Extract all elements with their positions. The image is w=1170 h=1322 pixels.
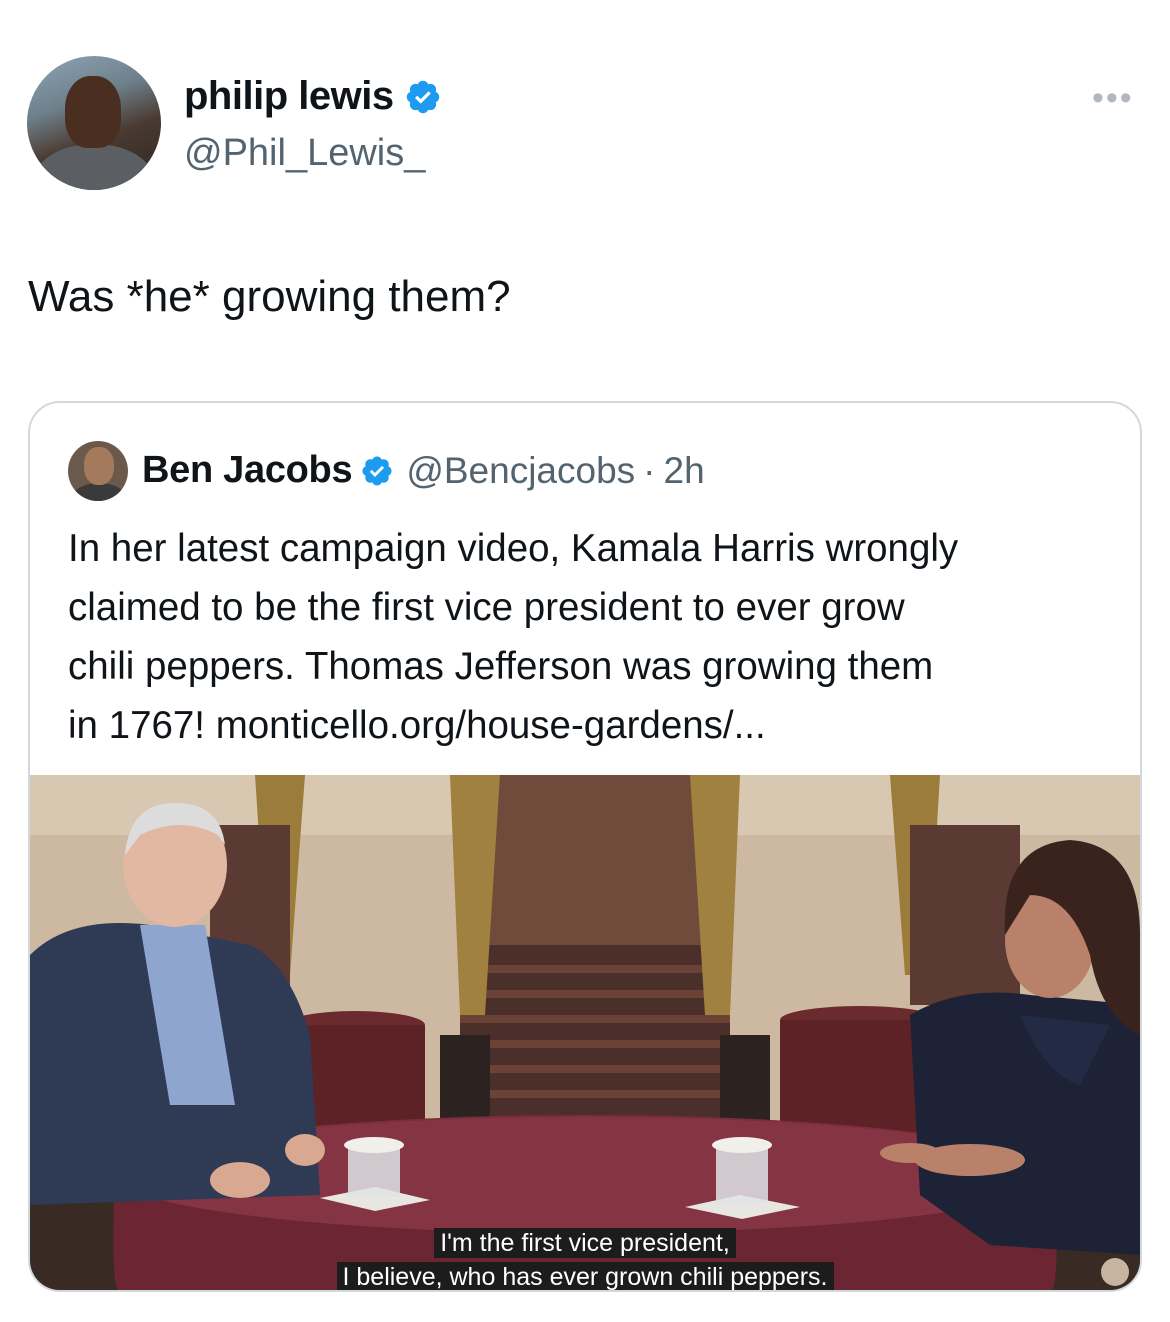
more-options-icon[interactable]: ••• (1092, 81, 1134, 115)
video-subtitle-line-1: I'm the first vice president, (30, 1228, 1140, 1258)
video-subtitle-line-2: I believe, who has ever grown chili pepp… (30, 1262, 1140, 1290)
video-frame-illustration (30, 775, 1140, 1290)
subtitle-text: I'm the first vice president, (434, 1228, 736, 1258)
subtitle-text: I believe, who has ever grown chili pepp… (336, 1262, 834, 1290)
quoted-header: Ben Jacobs @Bencjacobs · 2h (142, 449, 705, 492)
quoted-author-avatar[interactable] (68, 441, 128, 501)
avatar-figure (35, 144, 153, 190)
verified-badge-icon (362, 455, 392, 486)
quoted-tweet-text: In her latest campaign video, Kamala Har… (68, 519, 1118, 755)
avatar-face (84, 447, 114, 485)
quoted-author-name[interactable]: Ben Jacobs (142, 449, 353, 492)
tweet-text: Was *he* growing them? (28, 272, 511, 321)
verified-badge-icon (406, 80, 439, 113)
separator-dot: · (643, 449, 656, 491)
quoted-timestamp[interactable]: 2h (664, 450, 705, 492)
author-avatar[interactable] (27, 56, 161, 190)
author-name[interactable]: philip lewis (184, 74, 394, 119)
author-handle[interactable]: @Phil_Lewis_ (184, 132, 425, 175)
quoted-text-line: claimed to be the first vice president t… (68, 586, 905, 629)
avatar-face (65, 76, 121, 148)
quoted-text-line: In her latest campaign video, Kamala Har… (68, 527, 959, 570)
avatar-figure (72, 483, 126, 501)
quoted-text-line: in 1767! monticello.org/house-gardens/..… (68, 704, 766, 747)
quoted-tweet-card[interactable]: Ben Jacobs @Bencjacobs · 2h In her lates… (28, 401, 1142, 1292)
video-thumbnail[interactable]: I'm the first vice president, I believe,… (30, 775, 1140, 1290)
quoted-text-line: chili peppers. Thomas Jefferson was grow… (68, 645, 934, 688)
author-name-row[interactable]: philip lewis (184, 74, 442, 119)
quoted-author-handle[interactable]: @Bencjacobs (406, 450, 635, 492)
